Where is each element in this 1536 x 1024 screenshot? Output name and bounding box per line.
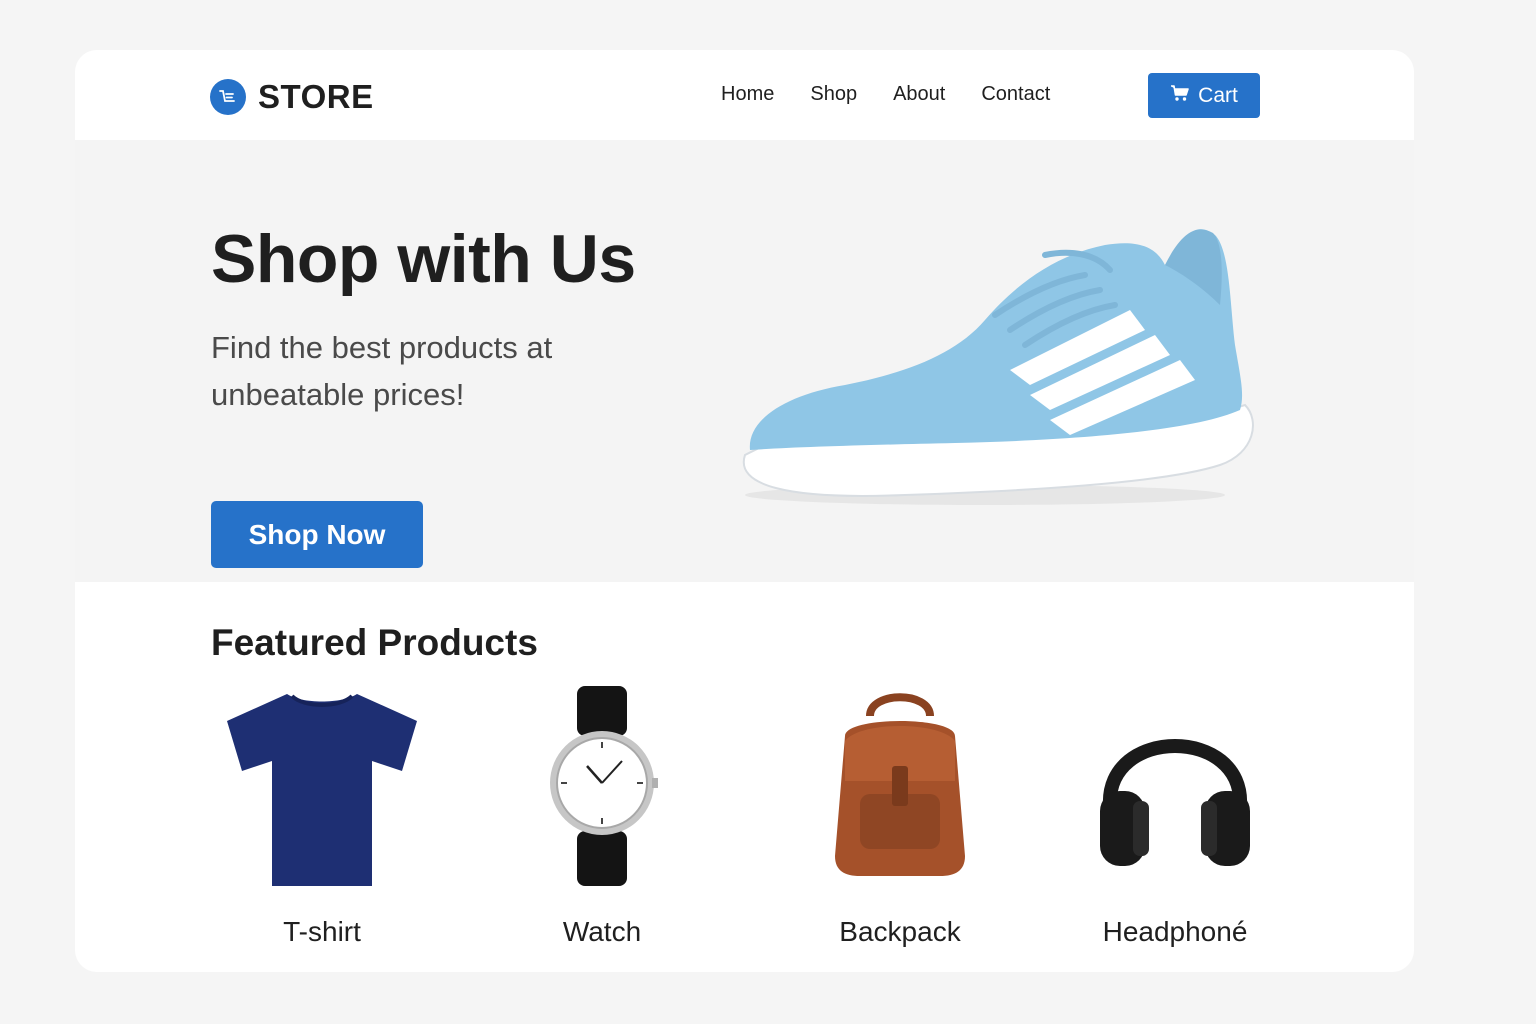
featured-title: Featured Products [211,622,538,663]
site-header: STORE Home Shop About Contact Cart [75,50,1414,140]
shop-now-button[interactable]: Shop Now [211,501,423,568]
cart-icon [1170,84,1190,108]
backpack-image [835,693,965,876]
hero-title: Shop with Us [211,221,636,297]
nav-shop[interactable]: Shop [810,83,857,106]
hero-subtitle: Find the best products at unbeatable pri… [211,330,553,412]
cart-logo-icon [210,79,246,115]
nav-home[interactable]: Home [721,83,774,106]
product-card[interactable]: Backpack [780,686,1020,956]
product-name: T-shirt [283,916,361,947]
cart-label: Cart [1198,83,1238,107]
main-nav: Home Shop About Contact [721,83,1050,106]
product-name: Headphoné [1102,916,1248,947]
cart-button[interactable]: Cart [1148,73,1260,118]
nav-about[interactable]: About [893,83,945,106]
tshirt-image [227,694,417,886]
watch-image [550,686,658,886]
sneaker-image [742,229,1254,505]
brand-logo[interactable]: STORE [210,78,374,116]
product-card[interactable]: Headphoné [1055,686,1295,956]
product-card[interactable]: T-shirt [202,686,442,956]
brand-name: STORE [258,78,374,115]
product-name: Backpack [839,916,961,947]
page-frame: STORE Home Shop About Contact Cart Shop … [75,50,1414,972]
product-card[interactable]: Watch [482,686,722,956]
product-name: Watch [562,916,642,947]
headphones-image [1100,739,1250,866]
featured-section: Featured Products T-shirt Watch Backpack… [75,582,1414,972]
nav-contact[interactable]: Contact [981,83,1050,106]
hero-section: Shop with Us Find the best products at u… [75,140,1414,582]
